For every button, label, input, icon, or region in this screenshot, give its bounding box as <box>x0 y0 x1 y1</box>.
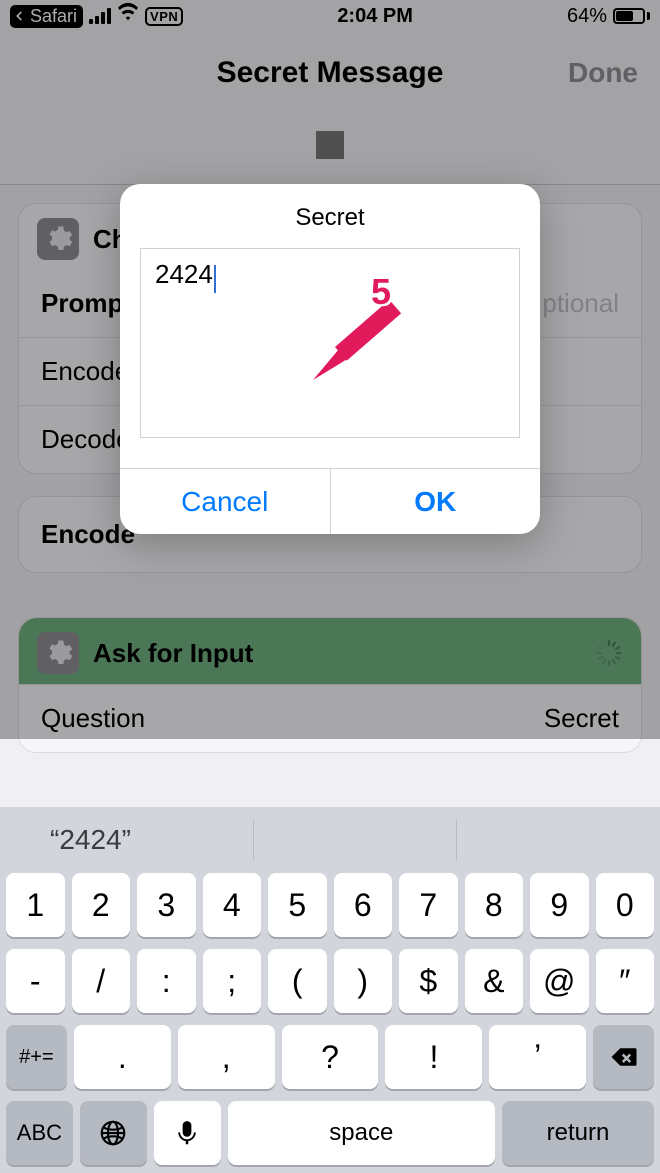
key-question[interactable]: ? <box>282 1025 379 1089</box>
key-backspace[interactable] <box>593 1025 654 1089</box>
key-return[interactable]: return <box>502 1101 654 1165</box>
annotation-arrow: 5 <box>313 285 423 400</box>
key-slash[interactable]: / <box>72 949 131 1013</box>
key-period[interactable]: . <box>74 1025 171 1089</box>
key-semicolon[interactable]: ; <box>203 949 262 1013</box>
key-apostrophe[interactable]: ʼ <box>489 1025 586 1089</box>
key-ampersand[interactable]: & <box>465 949 524 1013</box>
kb-row-4: ABC space return <box>6 1101 654 1165</box>
key-comma[interactable]: , <box>178 1025 275 1089</box>
alert-dialog: Secret 2424 5 Cancel OK <box>120 184 540 534</box>
alert-text-field-wrap[interactable]: 2424 5 <box>140 248 520 438</box>
keyboard: “2424” 1 2 3 4 5 6 7 8 9 0 - / : <box>0 807 660 1173</box>
key-1[interactable]: 1 <box>6 873 65 937</box>
key-5[interactable]: 5 <box>268 873 327 937</box>
key-paren-open[interactable]: ( <box>268 949 327 1013</box>
cancel-button[interactable]: Cancel <box>120 469 330 534</box>
key-space[interactable]: space <box>228 1101 495 1165</box>
annotation-number: 5 <box>371 271 391 313</box>
key-abc[interactable]: ABC <box>6 1101 73 1165</box>
key-symbols-shift[interactable]: #+= <box>6 1025 67 1089</box>
separator <box>253 820 254 860</box>
key-6[interactable]: 6 <box>334 873 393 937</box>
key-8[interactable]: 8 <box>465 873 524 937</box>
predictive-bar: “2424” <box>0 807 660 873</box>
kb-row-1: 1 2 3 4 5 6 7 8 9 0 <box>6 873 654 937</box>
key-dash[interactable]: - <box>6 949 65 1013</box>
key-7[interactable]: 7 <box>399 873 458 937</box>
key-3[interactable]: 3 <box>137 873 196 937</box>
text-caret <box>214 265 216 293</box>
ok-button[interactable]: OK <box>330 469 541 534</box>
alert-title: Secret <box>120 184 540 248</box>
key-globe[interactable] <box>80 1101 147 1165</box>
key-2[interactable]: 2 <box>72 873 131 937</box>
key-9[interactable]: 9 <box>530 873 589 937</box>
kb-row-3: #+= . , ? ! ʼ <box>6 1025 654 1089</box>
alert-text-field[interactable]: 2424 <box>155 259 213 289</box>
key-dictation[interactable] <box>154 1101 221 1165</box>
separator <box>456 820 457 860</box>
kb-row-2: - / : ; ( ) $ & @ ″ <box>6 949 654 1013</box>
key-at[interactable]: @ <box>530 949 589 1013</box>
key-paren-close[interactable]: ) <box>334 949 393 1013</box>
key-dollar[interactable]: $ <box>399 949 458 1013</box>
suggestion[interactable]: “2424” <box>0 824 253 856</box>
mic-icon <box>172 1118 202 1148</box>
key-colon[interactable]: : <box>137 949 196 1013</box>
key-0[interactable]: 0 <box>596 873 655 937</box>
key-exclaim[interactable]: ! <box>385 1025 482 1089</box>
backspace-icon <box>609 1042 639 1072</box>
key-4[interactable]: 4 <box>203 873 262 937</box>
key-double-prime[interactable]: ″ <box>596 949 655 1013</box>
globe-icon <box>98 1118 128 1148</box>
